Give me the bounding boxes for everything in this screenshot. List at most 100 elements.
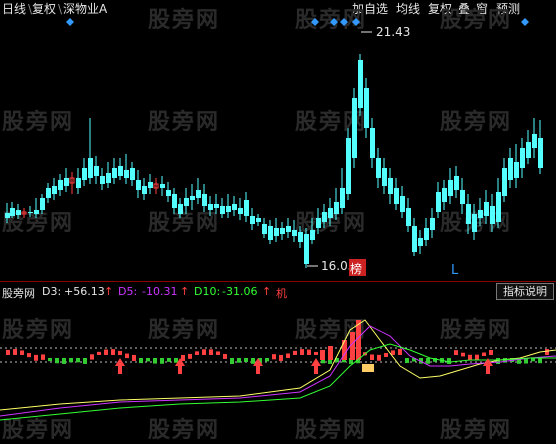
candle-body: [232, 204, 237, 210]
candle-body: [274, 228, 279, 236]
candle-body: [112, 168, 117, 178]
indicator-bar: [118, 350, 122, 355]
indicator-bar: [307, 349, 311, 355]
indicator-bar: [461, 352, 465, 357]
candle-body: [532, 134, 537, 148]
candle-body: [46, 188, 51, 198]
moving-average-button[interactable]: 均线: [396, 2, 420, 16]
candle-body: [16, 210, 21, 215]
overlay-button[interactable]: 叠: [458, 2, 470, 16]
candle-body: [364, 88, 369, 128]
candle-body: [124, 170, 129, 178]
candle-body: [436, 192, 441, 212]
d10-line: [0, 343, 556, 421]
indicator-bar: [111, 349, 115, 355]
candle-body: [106, 173, 111, 183]
candle-body: [424, 228, 429, 240]
indicator-bar: [350, 332, 355, 360]
indicator-bar: [405, 358, 409, 364]
d5-label: D5:: [118, 285, 138, 298]
indicator-bar: [104, 349, 108, 355]
candle-body: [520, 148, 525, 168]
candle-body: [358, 60, 363, 108]
indicator-bar: [195, 351, 199, 355]
indicator-bar: [293, 350, 297, 355]
forecast-button[interactable]: 预测: [496, 2, 520, 16]
candle-body: [208, 204, 213, 210]
candle-body: [418, 238, 423, 246]
indicator-bar: [272, 354, 276, 360]
candle-body: [58, 180, 63, 190]
stock-name: 深物业A: [63, 2, 108, 16]
indicator-bar: [475, 354, 479, 361]
bang-marker: 榜: [350, 261, 362, 276]
candle-body: [328, 208, 333, 218]
indicator-bar: [97, 351, 101, 355]
candle-body: [382, 168, 387, 186]
candle-body: [352, 98, 357, 158]
indicator-bar: [377, 354, 381, 361]
indicator-bar: [41, 354, 45, 360]
signal-diamond-icon: [311, 18, 319, 26]
candle-body: [496, 192, 501, 222]
adjust-button[interactable]: 复权: [428, 2, 452, 16]
indicator-bar: [146, 358, 150, 362]
candle-body: [10, 208, 15, 216]
candle-body: [394, 188, 399, 204]
candle-body: [322, 212, 327, 222]
candle-body: [76, 178, 81, 188]
candle-body: [262, 224, 267, 234]
candle-body: [142, 186, 147, 194]
window-button[interactable]: 窗: [476, 2, 488, 16]
candle-body: [5, 213, 10, 218]
candle-body: [280, 228, 285, 234]
buy-arrow-icon: [311, 358, 321, 374]
indicator-bar: [90, 354, 94, 360]
panel-separator: [0, 281, 556, 282]
d3-line: [0, 319, 556, 411]
candlestick-chart[interactable]: 21.43 16.05 榜 L: [0, 18, 556, 280]
indicator-bar: [426, 358, 430, 364]
candle-body: [238, 208, 243, 214]
candle-body: [184, 198, 189, 206]
indicator-bar: [181, 354, 185, 361]
indicator-bar: [328, 346, 333, 360]
add-watchlist-button[interactable]: 加自选: [352, 2, 388, 16]
candle-body: [514, 162, 519, 178]
adjust-label[interactable]: 复权: [32, 2, 56, 16]
indicator-bar: [320, 350, 325, 360]
candle-body: [400, 196, 405, 212]
indicator-bar: [139, 358, 143, 364]
l-marker: L: [451, 263, 459, 278]
candle-body: [286, 226, 291, 232]
buy-arrow-icon: [115, 358, 125, 374]
candle-body: [388, 178, 393, 194]
high-price-label: 21.43: [376, 25, 410, 39]
candle-body: [412, 226, 417, 252]
candle-body: [256, 218, 261, 222]
period-label[interactable]: 日线: [2, 2, 26, 16]
indicator-bar: [13, 349, 17, 355]
indicator-bar: [83, 358, 87, 364]
candle-body: [250, 216, 255, 224]
candle-body: [334, 202, 339, 214]
candle-body: [178, 204, 183, 214]
candle-body: [304, 234, 309, 264]
indicator-bar: [244, 358, 248, 362]
indicator-bar: [314, 351, 318, 355]
d5-arrow: ↑: [180, 285, 190, 298]
candle-body: [538, 138, 543, 168]
candle-body: [100, 176, 105, 184]
indicator-bar: [132, 354, 136, 361]
d5-value: -10.31: [142, 285, 178, 298]
indicator-chart[interactable]: [0, 300, 556, 441]
indicator-bar: [48, 358, 52, 362]
indicator-help-button[interactable]: 指标说明: [496, 283, 554, 300]
candle-body: [460, 190, 465, 204]
d10-value: -31.06: [222, 285, 258, 298]
indicator-bar: [188, 353, 192, 359]
candle-body: [40, 198, 45, 210]
candle-body: [466, 204, 471, 224]
indicator-bar: [545, 349, 549, 355]
indicator-bar: [223, 353, 227, 359]
